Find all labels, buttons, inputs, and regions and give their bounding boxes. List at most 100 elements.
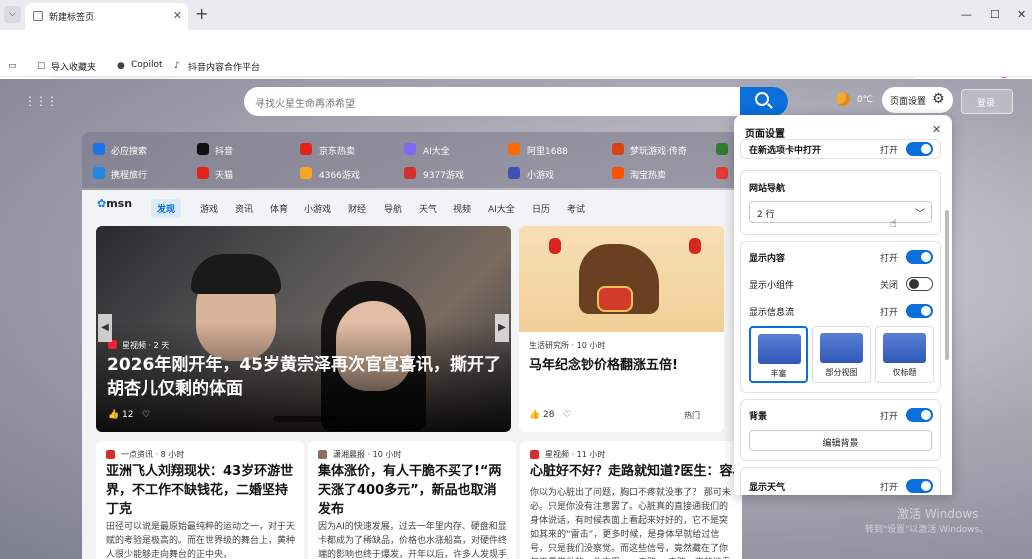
address-toolbar: ← ↻ ⌕ 搜索或输入 Web 地址 ☆ ☰ ⋯ 聊天	[0, 30, 1032, 92]
login-label: 登录	[977, 99, 996, 109]
site-nav-section: 网站导航 2 行 ﹀	[740, 170, 941, 235]
layout-rich[interactable]: 丰富	[749, 326, 808, 383]
article-card[interactable]: 一点资讯 · 8 小时 亚洲飞人刘翔现状：43岁环游世界，不工作不缺钱花，二婚坚…	[96, 441, 304, 559]
page-settings-panel: 页面设置 ✕ 在新选项卡中打开 打开 网站导航 2 行 ﹀ 显示内容 打开 显示…	[734, 115, 952, 495]
search-button[interactable]	[740, 87, 788, 116]
article-source: 星视频 · 11 小时	[545, 450, 606, 459]
weather-moon-icon[interactable]	[836, 92, 850, 106]
tab-actions-button[interactable]: ⌵	[4, 6, 21, 23]
close-icon[interactable]: ✕	[932, 123, 941, 136]
tab-sports[interactable]: 体育	[270, 202, 288, 215]
background-toggle[interactable]	[906, 408, 933, 422]
tab-weather[interactable]: 天气	[419, 202, 437, 215]
tab-newtab[interactable]: 新建标签页 ✕	[25, 3, 188, 30]
game-icon	[612, 143, 624, 155]
tab-minigames[interactable]: 小游戏	[304, 202, 331, 215]
quicklink-jd[interactable]: 京东热卖	[319, 144, 355, 157]
lantern-icon	[549, 238, 561, 254]
feed-toggle[interactable]	[906, 304, 933, 318]
quicklink-mengwan[interactable]: 梦玩游戏·传奇	[630, 144, 687, 157]
carousel-dots[interactable]	[273, 416, 337, 422]
tab-navigation[interactable]: 导航	[384, 202, 402, 215]
copilot-bookmark-icon: ●	[117, 61, 125, 71]
tab-discover[interactable]: 发现	[151, 199, 182, 218]
carousel-next-icon[interactable]: ▶	[495, 314, 509, 342]
tab-ai[interactable]: AI大全	[488, 202, 515, 215]
weather-toggle[interactable]	[906, 479, 933, 493]
hero-headline[interactable]: 2026年刚开年，45岁黄宗泽再次官宣喜讯，撕开了胡杏儿仅剩的体面	[107, 353, 502, 401]
thumbs-up-icon[interactable]: 👍	[529, 410, 540, 420]
quicklink-ctrip[interactable]: 携程旅行	[111, 168, 147, 181]
tab-exam[interactable]: 考试	[567, 202, 585, 215]
quicklink-douyin[interactable]: 抖音	[215, 144, 233, 157]
hero-card[interactable]: 星视频 · 2 天 2026年刚开年，45岁黄宗泽再次官宣喜讯，撕开了胡杏儿仅剩…	[96, 226, 511, 432]
show-content-toggle[interactable]	[906, 250, 933, 264]
close-window-icon[interactable]: ✕	[1017, 8, 1026, 21]
thumbs-up-icon[interactable]: 👍	[108, 410, 119, 420]
article-headline[interactable]: 亚洲飞人刘翔现状：43岁环游世界，不工作不缺钱花，二婚坚持丁克	[106, 462, 296, 519]
tmall-icon	[197, 167, 209, 179]
new-tab-button[interactable]: +	[195, 4, 208, 23]
temperature[interactable]: 0℃	[857, 95, 873, 105]
layout-partial-label: 部分视图	[825, 368, 858, 377]
thumbs-down-icon[interactable]: ♡	[563, 410, 571, 420]
layout-partial[interactable]: 部分视图	[812, 326, 871, 383]
article-card[interactable]: 潇湘晨报 · 10 小时 集体涨价，有人干脆不买了!“两天涨了400多元”，新品…	[308, 441, 516, 559]
weather-section: 显示天气 打开	[740, 467, 941, 495]
carousel-prev-icon[interactable]: ◀	[98, 314, 112, 342]
web-search-box[interactable]: 寻找火星生命再添希望	[244, 87, 788, 116]
panel-scrollbar[interactable]	[945, 210, 949, 360]
article-headline[interactable]: 集体涨价，有人干脆不买了!“两天涨了400多元”，新品也取消发布	[318, 462, 508, 519]
edit-background-button[interactable]: 编辑背景	[749, 430, 932, 451]
bookmark-douyin[interactable]: 抖音内容合作平台	[188, 60, 260, 73]
minimize-icon[interactable]: —	[961, 8, 972, 21]
thumbs-down-icon[interactable]: ♡	[142, 410, 150, 420]
background-state: 打开	[880, 412, 899, 422]
background-label: 背景	[749, 412, 768, 422]
tab-video[interactable]: 视频	[453, 202, 471, 215]
maximize-icon[interactable]: ☐	[990, 8, 1000, 21]
quicklink-ai[interactable]: AI大全	[423, 144, 450, 157]
news-card[interactable]: 生活研究所 · 10 小时 马年纪念钞价格翻涨五倍! 👍 28 ♡ 热门	[519, 226, 724, 432]
msn-logo[interactable]: ✿msn	[97, 197, 132, 210]
widgets-toggle[interactable]	[906, 277, 933, 291]
tab-finance[interactable]: 财经	[348, 202, 366, 215]
login-button[interactable]: 登录	[961, 89, 1013, 114]
layout-headlines-label: 仅标题	[892, 368, 917, 377]
layout-preview	[820, 333, 863, 363]
quicklink-minigame[interactable]: 小游戏	[527, 168, 554, 181]
layout-headlines[interactable]: 仅标题	[875, 326, 934, 383]
quicklink-taobao[interactable]: 淘宝热卖	[630, 168, 666, 181]
card-likes: 28	[543, 410, 555, 420]
nav-rows-select[interactable]: 2 行 ﹀	[749, 201, 932, 223]
apps-grid-icon[interactable]: ⋮⋮⋮	[24, 94, 58, 108]
source-logo-icon	[106, 450, 115, 459]
quicklink-tmall[interactable]: 天猫	[215, 168, 233, 181]
article-card[interactable]: 星视频 · 11 小时 心脏好不好？走路就知道?医生：容易猝死的人，走路会有5个…	[520, 441, 742, 559]
tab-games[interactable]: 游戏	[200, 202, 218, 215]
bookmark-import[interactable]: 导入收藏夹	[51, 60, 96, 73]
tab-calendar[interactable]: 日历	[532, 202, 550, 215]
hero-source: 星视频 · 2 天	[122, 341, 170, 350]
drum-figure	[597, 286, 633, 312]
close-tab-icon[interactable]: ✕	[173, 9, 182, 22]
bookmark-copilot[interactable]: Copilot	[131, 60, 163, 70]
quicklink-4366[interactable]: 4366游戏	[319, 168, 360, 181]
tab-bar: ⌵ 新建标签页 ✕ + — ☐ ✕	[0, 0, 1032, 30]
quicklink-1688[interactable]: 阿里1688	[527, 144, 568, 157]
msn-feed: ✿msn 发现 游戏 资讯 体育 小游戏 财经 导航 天气 视频 AI大全 日历…	[82, 190, 742, 559]
quicklink-9377[interactable]: 9377游戏	[423, 168, 464, 181]
article-headline[interactable]: 心脏好不好？走路就知道?医生：容易猝死的人，走路会有5个特征	[530, 462, 742, 481]
sidebar-toggle-icon[interactable]: ▭	[8, 61, 17, 71]
widgets-label: 显示小组件	[749, 281, 795, 291]
search-icon	[755, 92, 769, 106]
card-headline[interactable]: 马年纪念钞价格翻涨五倍!	[529, 354, 714, 373]
quicklink-bing[interactable]: 必应搜索	[111, 144, 147, 157]
ctrip-icon	[93, 167, 105, 179]
page-settings-button[interactable]: 页面设置 ⚙	[882, 87, 953, 113]
feed-label: 显示信息流	[749, 308, 795, 318]
open-in-newtab-toggle[interactable]	[906, 142, 933, 156]
douyin-bookmark-icon: ♪	[174, 61, 180, 71]
tab-news[interactable]: 资讯	[235, 202, 253, 215]
mouse-cursor-icon: ☝	[890, 217, 897, 230]
